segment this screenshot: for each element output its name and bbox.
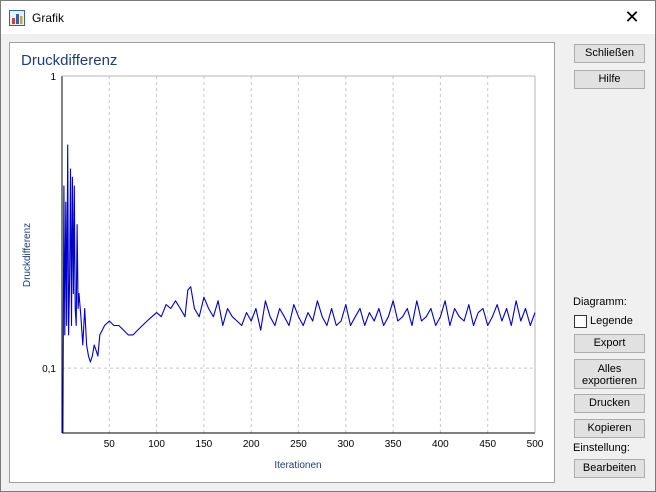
x-tick-label: 50 [104,439,116,450]
copy-button[interactable]: Kopieren [574,419,645,438]
x-tick-label: 100 [148,439,165,450]
close-window-button[interactable]: ✕ [609,1,655,34]
settings-label: Einstellung: [573,442,630,454]
x-tick-label: 400 [432,439,449,450]
axes [61,75,536,434]
pressure-difference-chart: Druckdifferenz Druckdifferenz Iteratione… [21,52,544,471]
export-button[interactable]: Export [574,334,645,353]
x-tick-label: 250 [290,439,307,450]
y-tick-label: 0,1 [42,364,56,375]
x-tick-label: 200 [243,439,260,450]
chart-app-icon [9,10,25,26]
close-icon: ✕ [624,7,640,27]
chart-title: Druckdifferenz [21,52,117,69]
legend-checkbox[interactable] [574,315,587,328]
diagram-label: Diagramm: [573,296,627,308]
side-panel: Schließen Hilfe Diagramm: Legende Export… [562,34,655,491]
x-tick-label: 150 [196,439,213,450]
edit-button[interactable]: Bearbeiten [574,459,645,478]
grafik-window: Grafik ✕ Druckdifferenz Druckdifferenz I… [0,0,656,492]
export-all-line1: Alles [597,363,622,375]
window-title: Grafik [32,11,65,25]
y-axis-label: Druckdifferenz [22,223,33,287]
help-button[interactable]: Hilfe [574,70,645,89]
chart-panel: Druckdifferenz Druckdifferenz Iteratione… [9,42,555,483]
x-tick-label: 450 [479,439,496,450]
legend-checkbox-label: Legende [590,315,633,327]
export-all-button[interactable]: Alles exportieren [574,359,645,389]
x-tick-label: 500 [527,439,544,450]
title-bar: Grafik ✕ [1,1,655,34]
x-tick-label: 300 [337,439,354,450]
x-tick-label: 350 [385,439,402,450]
export-all-line2: exportieren [581,375,638,387]
grid [62,76,535,433]
y-tick-label: 1 [50,72,56,83]
x-axis-label: Iterationen [274,460,321,471]
tick-labels: 50 100 150 200 250 300 350 400 450 500 0,1 1 [42,72,544,450]
close-button[interactable]: Schließen [574,44,645,63]
print-button[interactable]: Drucken [574,394,645,413]
